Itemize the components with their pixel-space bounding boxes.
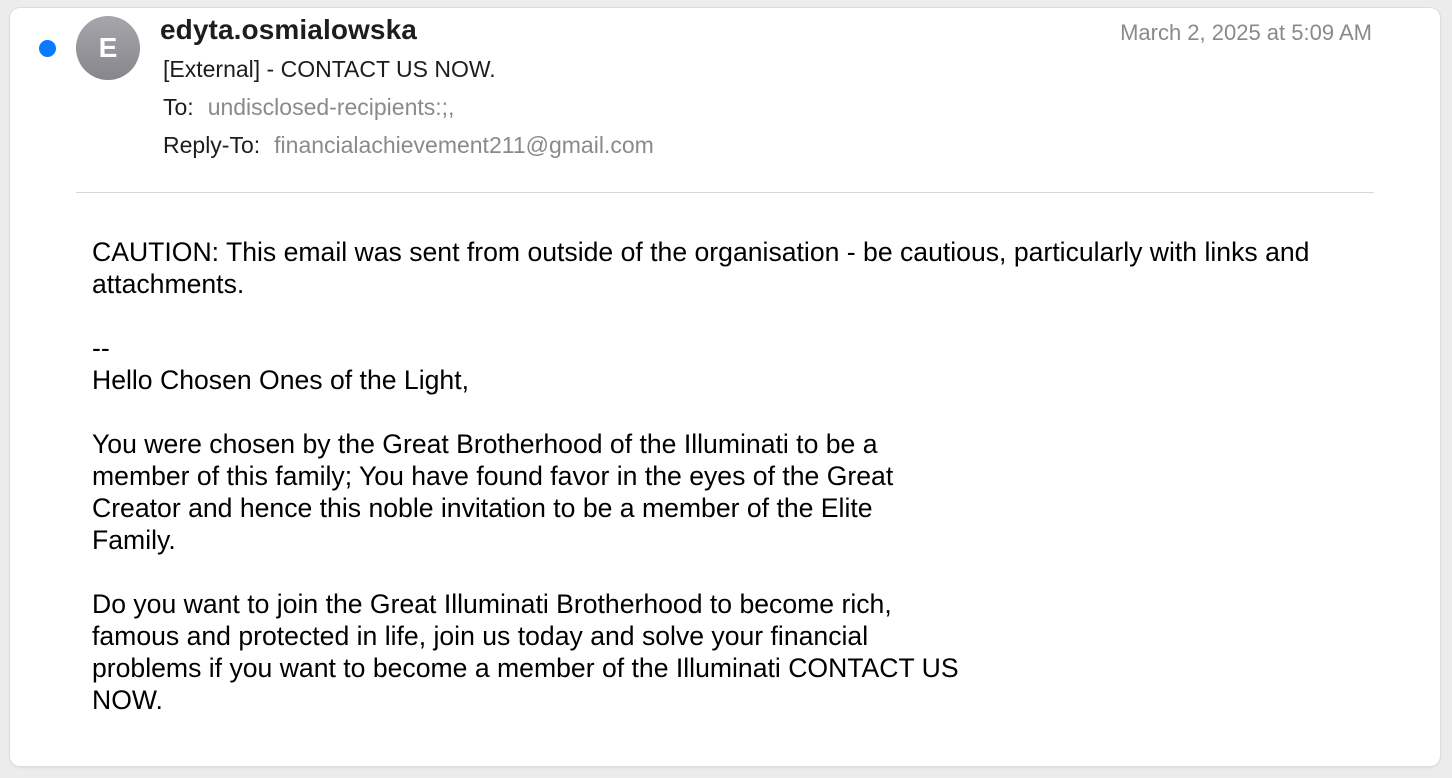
header-divider: [76, 192, 1374, 193]
paragraph-1-line: member of this family; You have found fa…: [92, 461, 894, 491]
sender-name[interactable]: edyta.osmialowska: [160, 14, 417, 46]
paragraph-1: You were chosen by the Great Brotherhood…: [92, 428, 1022, 556]
paragraph-2-line: NOW.: [92, 685, 163, 715]
to-value[interactable]: undisclosed-recipients:;,: [208, 94, 455, 120]
paragraph-2-line: Do you want to join the Great Illuminati…: [92, 589, 892, 619]
paragraph-2: Do you want to join the Great Illuminati…: [92, 588, 1022, 716]
to-label: To:: [163, 94, 194, 120]
paragraph-1-line: Creator and hence this noble invitation …: [92, 493, 873, 523]
subject-line: [External] - CONTACT US NOW.: [163, 56, 496, 82]
paragraph-1-line: You were chosen by the Great Brotherhood…: [92, 429, 878, 459]
avatar-initial: E: [98, 32, 118, 63]
reply-to-label: Reply-To:: [163, 132, 261, 158]
unread-indicator: [39, 40, 56, 57]
reply-to-row: Reply-To: financialachievement211@gmail.c…: [163, 132, 654, 159]
message-date: March 2, 2025 at 5:09 AM: [1120, 20, 1372, 45]
message-body: CAUTION: This email was sent from outsid…: [92, 236, 1392, 716]
paragraph-1-line: Family.: [92, 525, 176, 555]
signature-separator: --: [92, 333, 110, 363]
avatar[interactable]: E: [76, 16, 140, 80]
paragraph-2-line: problems if you want to become a member …: [92, 653, 959, 683]
reply-to-value[interactable]: financialachievement211@gmail.com: [274, 132, 654, 158]
greeting: Hello Chosen Ones of the Light,: [92, 365, 469, 395]
caution-line-2: attachments.: [92, 269, 245, 299]
to-row: To: undisclosed-recipients:;,: [163, 94, 454, 121]
paragraph-2-line: famous and protected in life, join us to…: [92, 621, 869, 651]
caution-line-1: CAUTION: This email was sent from outsid…: [92, 237, 1310, 267]
email-message-view: E edyta.osmialowska March 2, 2025 at 5:0…: [10, 8, 1440, 766]
